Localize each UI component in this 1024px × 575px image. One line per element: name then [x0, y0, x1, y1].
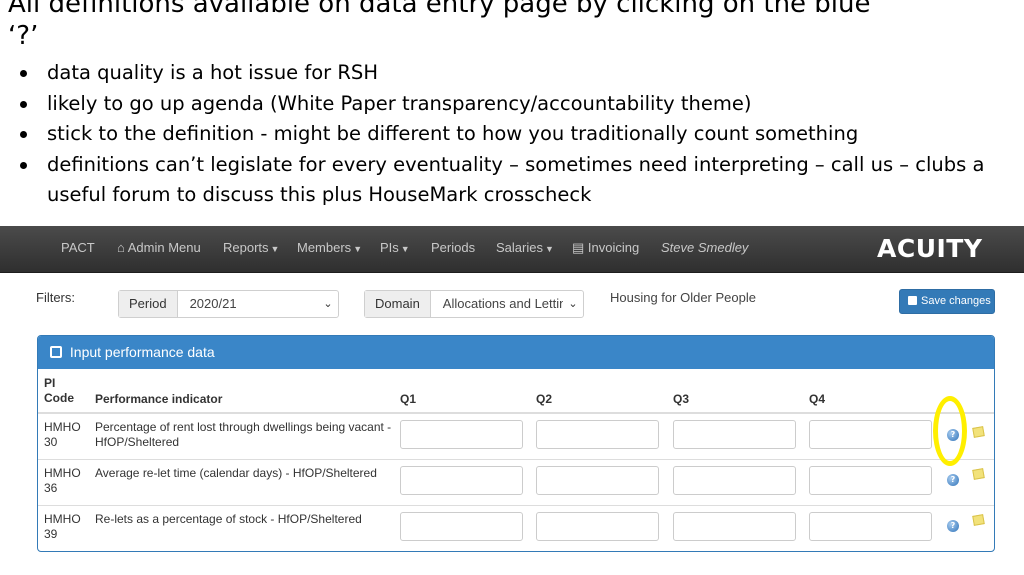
nav-reports-label: Reports [223, 240, 269, 255]
bullet-item: stick to the definition - might be diffe… [18, 119, 1008, 150]
pi-code-number: 39 [44, 527, 58, 541]
input-performance-panel: Input performance data PI Code Performanc… [37, 335, 995, 552]
pi-code-prefix: HMHO [44, 420, 81, 434]
period-value: 2020/21 [189, 296, 237, 311]
table-row: HMHO 30 Percentage of rent lost through d… [38, 414, 994, 460]
q3-input[interactable] [673, 466, 796, 495]
note-icon[interactable] [972, 514, 985, 526]
acuity-logo: ACUITY [877, 234, 983, 263]
edit-icon [50, 346, 62, 358]
bullet-list: data quality is a hot issue for RSH like… [18, 58, 1008, 211]
column-header-q3: Q3 [673, 392, 690, 406]
panel-heading: Input performance data [38, 336, 994, 369]
chevron-down-icon: ⌄ [568, 298, 578, 310]
caret-down-icon: ▼ [353, 244, 363, 254]
nav-admin-menu-label: Admin Menu [127, 240, 201, 255]
highlight-ring [933, 396, 967, 466]
panel-title: Input performance data [69, 344, 215, 360]
slide-title: All definitions available on data entry … [8, 0, 871, 51]
nav-invoicing-label: Invoicing [587, 240, 640, 255]
nav-user[interactable]: Steve Smedley [661, 240, 748, 255]
nav-reports[interactable]: Reports ▼ [223, 240, 279, 255]
period-label: Period [119, 291, 178, 317]
caret-down-icon: ▼ [400, 244, 410, 254]
column-header-indicator: Performance indicator [95, 392, 223, 406]
note-icon[interactable] [972, 426, 985, 438]
bullet-item: data quality is a hot issue for RSH [18, 58, 1008, 89]
housing-type-label: Housing for Older People [610, 290, 756, 305]
bullet-item: likely to go up agenda (White Paper tran… [18, 89, 1008, 120]
q4-input[interactable] [809, 512, 932, 541]
invoice-icon: ▤ [572, 240, 585, 255]
q4-input[interactable] [809, 466, 932, 495]
column-header-q2: Q2 [536, 392, 553, 406]
floppy-disk-icon [908, 296, 917, 305]
bullet-item: definitions can’t legislate for every ev… [18, 150, 1008, 211]
nav-brand[interactable]: PACT [61, 240, 95, 255]
pi-description: Average re-let time (calendar days) - Hf… [95, 466, 377, 480]
caret-down-icon: ▼ [544, 244, 554, 254]
domain-value: Allocations and Lettings [442, 296, 563, 311]
nav-pis-label: PIs [380, 240, 399, 255]
table-row: HMHO 36 Average re-let time (calendar day… [38, 460, 994, 506]
period-select[interactable]: Period 2020/21 ⌄ [118, 290, 339, 318]
question-circle-icon[interactable]: ? [947, 474, 959, 486]
nav-members-label: Members [297, 240, 352, 255]
nav-salaries[interactable]: Salaries ▼ [496, 240, 554, 255]
code-header-line2: Code [44, 391, 74, 405]
nav-invoicing[interactable]: ▤ Invoicing [572, 240, 639, 256]
q4-input[interactable] [809, 420, 932, 449]
pi-code: HMHO 39 [44, 512, 84, 542]
column-header-q1: Q1 [400, 392, 417, 406]
q2-input[interactable] [536, 512, 659, 541]
note-icon[interactable] [972, 468, 985, 480]
nav-salaries-label: Salaries [496, 240, 543, 255]
table-header: PI Code Performance indicator Q1 Q2 Q3 Q4 [38, 369, 994, 414]
q1-input[interactable] [400, 420, 523, 449]
table-row: HMHO 39 Re-lets as a percentage of stock … [38, 506, 994, 551]
domain-label: Domain [365, 291, 431, 317]
chevron-down-icon: ⌄ [323, 298, 333, 310]
pi-description: Percentage of rent lost through dwelling… [95, 420, 392, 449]
q2-input[interactable] [536, 466, 659, 495]
domain-select[interactable]: Domain Allocations and Lettings ⌄ [364, 290, 584, 318]
nav-periods[interactable]: Periods [431, 240, 475, 255]
q1-input[interactable] [400, 466, 523, 495]
pi-code: HMHO 30 [44, 420, 84, 450]
caret-down-icon: ▼ [270, 244, 280, 254]
pi-code-number: 36 [44, 481, 58, 495]
pi-code-number: 30 [44, 435, 58, 449]
q3-input[interactable] [673, 420, 796, 449]
q2-input[interactable] [536, 420, 659, 449]
top-navbar: PACT ⌂ Admin Menu Reports ▼ Members ▼ PIs ▼… [0, 226, 1024, 273]
nav-admin-menu[interactable]: ⌂ Admin Menu [117, 240, 201, 255]
q3-input[interactable] [673, 512, 796, 541]
home-icon: ⌂ [117, 240, 125, 255]
question-circle-icon[interactable]: ? [947, 520, 959, 532]
pi-code: HMHO 36 [44, 466, 84, 496]
pi-code-prefix: HMHO [44, 512, 81, 526]
nav-pis[interactable]: PIs ▼ [380, 240, 410, 255]
nav-members[interactable]: Members ▼ [297, 240, 362, 255]
save-changes-button[interactable]: Save changes [899, 289, 995, 314]
pi-code-prefix: HMHO [44, 466, 81, 480]
filters-label: Filters: [36, 290, 75, 305]
code-header-line1: PI [44, 376, 56, 390]
pi-description: Re-lets as a percentage of stock - HfOP/… [95, 512, 362, 526]
save-changes-label: Save changes [921, 295, 991, 307]
app-screenshot: PACT ⌂ Admin Menu Reports ▼ Members ▼ PIs ▼… [0, 226, 1024, 575]
q1-input[interactable] [400, 512, 523, 541]
column-header-q4: Q4 [809, 392, 826, 406]
